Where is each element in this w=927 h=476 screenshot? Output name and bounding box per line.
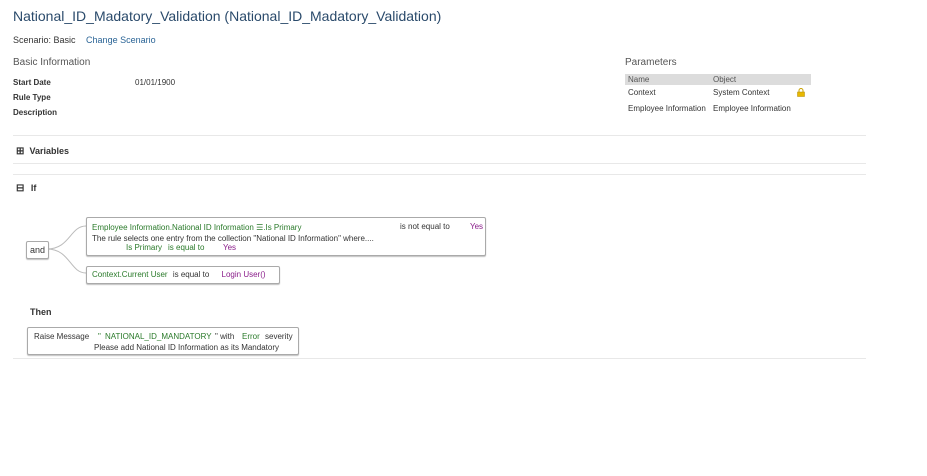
condition-2[interactable]: Context.Current User is equal to Login U… bbox=[86, 266, 280, 284]
condition-2-operator[interactable]: is equal to bbox=[173, 270, 209, 279]
param-object: System Context bbox=[713, 88, 770, 97]
parameters-table: Name Object Context System Context Emplo… bbox=[625, 74, 811, 117]
and-operator-button[interactable]: and bbox=[26, 241, 49, 259]
condition-1-field[interactable]: Employee Information.National ID Informa… bbox=[92, 223, 301, 232]
divider bbox=[13, 135, 866, 136]
condition-1-value[interactable]: Yes bbox=[470, 222, 483, 231]
page-title: National_ID_Madatory_Validation (Nationa… bbox=[13, 8, 442, 24]
table-row: Context System Context bbox=[625, 85, 811, 101]
col-object-header: Object bbox=[713, 75, 737, 84]
scenario-row: Scenario: Basic Change Scenario bbox=[13, 35, 156, 45]
start-date-label: Start Date bbox=[13, 78, 51, 87]
condition-2-field[interactable]: Context.Current User bbox=[92, 270, 168, 279]
condition-2-value[interactable]: Login User() bbox=[222, 270, 266, 279]
divider bbox=[13, 358, 866, 359]
description-label: Description bbox=[13, 108, 58, 117]
severity-label: severity bbox=[265, 332, 293, 341]
message-text: Please add National ID Information as it… bbox=[94, 343, 279, 352]
variables-label: Variables bbox=[29, 146, 70, 156]
start-date-value: 01/01/1900 bbox=[135, 78, 176, 87]
divider bbox=[13, 163, 866, 164]
condition-1-note: The rule selects one entry from the coll… bbox=[92, 234, 374, 243]
change-scenario-link[interactable]: Change Scenario bbox=[86, 35, 156, 45]
message-quote-close: " with bbox=[215, 332, 235, 341]
rule-type-label: Rule Type bbox=[13, 93, 51, 102]
severity-value[interactable]: Error bbox=[242, 332, 260, 341]
variables-row[interactable]: ⊞ Variables bbox=[16, 146, 70, 157]
if-label: If bbox=[30, 183, 37, 193]
param-object: Employee Information bbox=[713, 104, 791, 113]
scenario-label: Scenario: Basic bbox=[13, 35, 76, 45]
basic-info-heading: Basic Information bbox=[13, 57, 91, 68]
raise-message-action[interactable]: Raise Message " NATIONAL_ID_MANDATORY " … bbox=[27, 327, 299, 355]
col-name-header: Name bbox=[628, 75, 650, 84]
if-row[interactable]: ⊟ If bbox=[16, 183, 36, 194]
condition-1-sub-value[interactable]: Yes bbox=[223, 243, 236, 252]
collapse-icon[interactable]: ⊟ bbox=[16, 183, 24, 194]
condition-1-operator[interactable]: is not equal to bbox=[400, 222, 450, 231]
action-label[interactable]: Raise Message bbox=[34, 332, 89, 341]
message-code[interactable]: NATIONAL_ID_MANDATORY bbox=[105, 332, 212, 341]
condition-1[interactable]: Employee Information.National ID Informa… bbox=[86, 217, 486, 256]
condition-1-sub-field[interactable]: Is Primary bbox=[126, 243, 162, 252]
lock-icon bbox=[797, 88, 805, 97]
parameters-heading: Parameters bbox=[625, 57, 677, 68]
message-quote-open: " bbox=[98, 332, 101, 341]
param-name: Employee Information bbox=[628, 104, 706, 113]
divider bbox=[13, 174, 866, 175]
param-name: Context bbox=[628, 88, 656, 97]
then-label: Then bbox=[30, 307, 52, 317]
condition-1-sub-operator[interactable]: is equal to bbox=[168, 243, 204, 252]
expand-icon[interactable]: ⊞ bbox=[16, 147, 24, 157]
table-row: Employee Information Employee Informatio… bbox=[625, 101, 811, 117]
parameters-header-row: Name Object bbox=[625, 74, 811, 85]
